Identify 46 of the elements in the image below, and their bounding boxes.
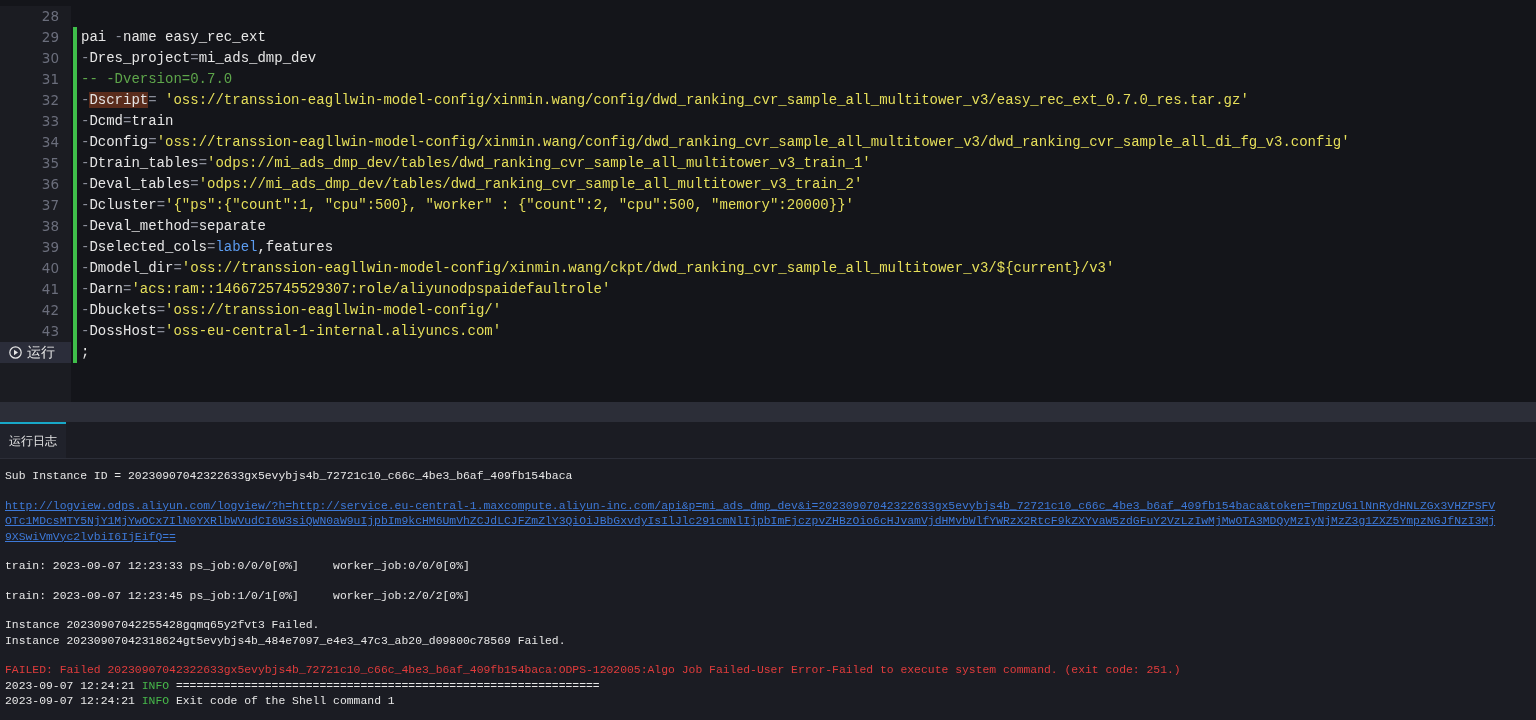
log-line: 2023-09-07 12:24:21 INFO ============================================================== xyxy=(5,678,601,694)
code-line: pai -name easy_rec_ext xyxy=(81,28,266,47)
line-number: 42 xyxy=(41,302,59,318)
line-number: 30 xyxy=(41,50,59,66)
resize-bar[interactable] xyxy=(0,402,1536,422)
log-line: Instance 20230907042255428gqmq65y2fvt3 Failed. xyxy=(5,618,321,633)
line-number: 36 xyxy=(41,176,59,192)
logview-link[interactable]: OTc1MDcsMTY5NjY1MjYwOCx7IlN0YXRlbWVudCI6W3siQWN0aW9uIjpbIm9kcHM6UmVhZCJdLCJFZmZlY3QiOiJBbGxvdyIsIlJlc291cmNlIjpbImFjczpvZHBzOio6cHJvamVjdHMvbWlfYWRzX2RtcF9kZXYvaW5zdGFuY2VzLzIwMjMwOTA3MDQyMzIyNjMzZ3g1ZXZ5YmpzNGJfNzI3Mj xyxy=(5,515,1496,527)
code-line: -Darn='acs:ram::1466725745529307:role/aliyunodpspaidefaultrole' xyxy=(81,280,611,299)
code-line: -Deval_tables='odps://mi_ads_dmp_dev/tables/dwd_ranking_cvr_sample_all_multitower_v3_train_2' xyxy=(81,175,863,194)
line-number: 35 xyxy=(41,155,59,171)
code-line: -Dtrain_tables='odps://mi_ads_dmp_dev/tables/dwd_ranking_cvr_sample_all_multitower_v3_train_1' xyxy=(81,154,871,173)
line-number: 38 xyxy=(41,218,59,234)
log-tab[interactable]: 运行日志 xyxy=(0,422,66,458)
line-number: 43 xyxy=(41,323,59,339)
line-number: 37 xyxy=(41,197,59,213)
code-line: -Dres_project=mi_ads_dmp_dev xyxy=(81,49,317,68)
log-line: Sub Instance ID = 20230907042322633gx5evybjs4b_72721c10_c66c_4be3_b6af_409fb154baca xyxy=(5,469,574,484)
line-number: 34 xyxy=(41,134,59,150)
line-number: 33 xyxy=(41,113,59,129)
error-line: FAILED: Failed 20230907042322633gx5evybjs4b_72721c10_c66c_4be3_b6af_409fb154baca:ODPS-1202005:Algo Job Failed-User Error-Failed to execute system command. (exit code: 251.) xyxy=(5,663,1182,678)
line-number: 28 xyxy=(41,8,59,24)
code-line: -Deval_method=separate xyxy=(81,217,266,236)
log-line: train: 2023-09-07 12:23:33 ps_job:0/0/0[0%] worker_job:0/0/0[0%] xyxy=(5,559,471,574)
code-line: ; xyxy=(81,343,90,362)
code-line: -Dcmd=train xyxy=(81,112,174,131)
log-line: train: 2023-09-07 12:23:45 ps_job:1/0/1[0%] worker_job:2/0/2[0%] xyxy=(5,588,471,604)
line-number: 29 xyxy=(41,29,59,45)
line-number: 39 xyxy=(41,239,59,255)
code-line: -Dmodel_dir='oss://transsion-eagllwin-model-config/xinmin.wang/ckpt/dwd_ranking_cvr_sample_all_multitower_v3/${current}/v3' xyxy=(81,259,1115,278)
code-line: -Dconfig='oss://transsion-eagllwin-model-config/xinmin.wang/config/dwd_ranking_cvr_sample_all_multitower_v3/dwd_ranking_cvr_sample_all_di_fg_v3.config' xyxy=(81,133,1350,152)
logview-link[interactable]: http://logview.odps.aliyun.com/logview/?h=http://service.eu-central-1.maxcompute.aliyun-inc.com/api&p=mi_ads_dmp_dev&i=20230907042322633gx5evybjs4b_72721c10_c66c_4be3_b6af_409fb154baca&token=TmpzUG1lNnRydHNLZGx3VHZPSFV xyxy=(5,499,1496,512)
code-line: -Dselected_cols=label,features xyxy=(81,238,334,257)
log-line: 2023-09-07 12:24:21 INFO Exit code of the Shell command 1 xyxy=(5,694,396,709)
code-line: -Dcluster='{"ps":{"count":1, "cpu":500}, "worker" : {"count":2, "cpu":500, "memory":20000}}' xyxy=(81,196,854,215)
code-line: -- -Dversion=0.7.0 xyxy=(81,70,233,89)
line-number: 32 xyxy=(41,92,59,108)
line-number: 41 xyxy=(41,281,59,297)
code-line: -DossHost='oss-eu-central-1-internal.aliyuncs.com' xyxy=(81,322,502,341)
logview-link[interactable]: 9XSwiVmVyc2lvbiI6IjEifQ== xyxy=(5,530,176,543)
play-icon xyxy=(9,346,22,359)
code-line: -Dbuckets='oss://transsion-eagllwin-model-config/' xyxy=(81,301,502,320)
code-line: -Dscript= 'oss://transsion-eagllwin-model-config/xinmin.wang/config/dwd_ranking_cvr_sample_all_multitower_v3/easy_rec_ext_0.7.0_res.tar.gz' xyxy=(81,91,1249,110)
log-line: Instance 20230907042318624gt5evybjs4b_484e7097_e4e3_47c3_ab20_d09800c78569 Failed. xyxy=(5,633,567,649)
line-number: 31 xyxy=(41,71,59,87)
line-number: 40 xyxy=(41,260,59,276)
